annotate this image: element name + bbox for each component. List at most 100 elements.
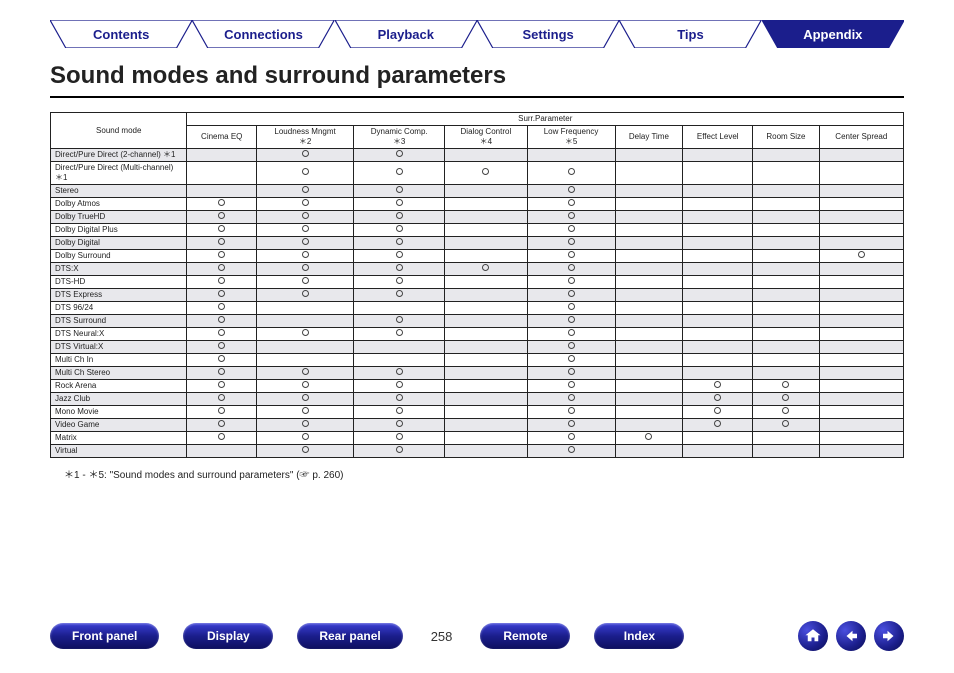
cell (753, 276, 819, 289)
table-row: DTS-HD (51, 276, 904, 289)
mode-cell: Multi Ch Stereo (51, 367, 187, 380)
mode-cell: DTS Express (51, 289, 187, 302)
cell (527, 445, 615, 458)
circle-icon (396, 368, 403, 375)
cell (753, 393, 819, 406)
cell (257, 302, 354, 315)
table-row: DTS Neural:X (51, 328, 904, 341)
tab-appendix[interactable]: Appendix (762, 20, 904, 48)
circle-icon (568, 212, 575, 219)
cell (257, 162, 354, 185)
cell (527, 393, 615, 406)
circle-icon (302, 329, 309, 336)
cell (683, 367, 753, 380)
cell (257, 211, 354, 224)
cell (683, 198, 753, 211)
cell (527, 367, 615, 380)
cell (683, 406, 753, 419)
cell (615, 198, 683, 211)
table-row: Dolby Surround (51, 250, 904, 263)
circle-icon (568, 225, 575, 232)
cell (445, 276, 527, 289)
circle-icon (302, 277, 309, 284)
cell (445, 419, 527, 432)
cell (354, 211, 445, 224)
cell (187, 237, 257, 250)
circle-icon (568, 329, 575, 336)
circle-icon (568, 316, 575, 323)
cell (819, 276, 903, 289)
home-icon[interactable] (798, 621, 828, 651)
circle-icon (396, 277, 403, 284)
table-row: DTS Surround (51, 315, 904, 328)
cell (354, 162, 445, 185)
cell (257, 432, 354, 445)
btn-front-panel[interactable]: Front panel (50, 623, 159, 649)
circle-icon (218, 303, 225, 310)
btn-rear-panel[interactable]: Rear panel (297, 623, 402, 649)
cell (354, 341, 445, 354)
cell (615, 224, 683, 237)
cell (257, 354, 354, 367)
tab-connections[interactable]: Connections (192, 20, 334, 48)
cell (187, 250, 257, 263)
cell (527, 276, 615, 289)
cell (683, 328, 753, 341)
cell (615, 185, 683, 198)
btn-index[interactable]: Index (594, 623, 684, 649)
circle-icon (218, 212, 225, 219)
cell (753, 380, 819, 393)
next-icon[interactable] (874, 621, 904, 651)
circle-icon (218, 433, 225, 440)
table-row: DTS:X (51, 263, 904, 276)
cell (683, 237, 753, 250)
circle-icon (218, 355, 225, 362)
mode-cell: DTS:X (51, 263, 187, 276)
mode-cell: Jazz Club (51, 393, 187, 406)
circle-icon (396, 407, 403, 414)
cell (753, 302, 819, 315)
circle-icon (302, 368, 309, 375)
cell (527, 289, 615, 302)
cell (615, 263, 683, 276)
col-soundmode: Sound mode (51, 113, 187, 149)
cell (257, 445, 354, 458)
circle-icon (568, 251, 575, 258)
cell (753, 406, 819, 419)
table-row: Dolby Digital (51, 237, 904, 250)
mode-cell: Direct/Pure Direct (2-channel) ＊1 (51, 149, 187, 162)
cell (683, 445, 753, 458)
cell (615, 162, 683, 185)
circle-icon (218, 407, 225, 414)
cell (819, 419, 903, 432)
tab-playback[interactable]: Playback (335, 20, 477, 48)
circle-icon (302, 238, 309, 245)
btn-display[interactable]: Display (183, 623, 273, 649)
circle-icon (218, 329, 225, 336)
cell (187, 354, 257, 367)
circle-icon (482, 168, 489, 175)
prev-icon[interactable] (836, 621, 866, 651)
circle-icon (568, 238, 575, 245)
cell (445, 393, 527, 406)
circle-icon (302, 394, 309, 401)
cell (445, 224, 527, 237)
tab-contents[interactable]: Contents (50, 20, 192, 48)
tab-settings[interactable]: Settings (477, 20, 619, 48)
circle-icon (714, 394, 721, 401)
cell (819, 263, 903, 276)
cell (527, 380, 615, 393)
table-row: Stereo (51, 185, 904, 198)
btn-remote[interactable]: Remote (480, 623, 570, 649)
cell (257, 367, 354, 380)
cell (187, 315, 257, 328)
cell (527, 224, 615, 237)
tab-tips[interactable]: Tips (619, 20, 761, 48)
circle-icon (482, 264, 489, 271)
circle-icon (302, 446, 309, 453)
cell (354, 237, 445, 250)
cell (445, 406, 527, 419)
cell (445, 162, 527, 185)
table-row: Matrix (51, 432, 904, 445)
cell (819, 289, 903, 302)
